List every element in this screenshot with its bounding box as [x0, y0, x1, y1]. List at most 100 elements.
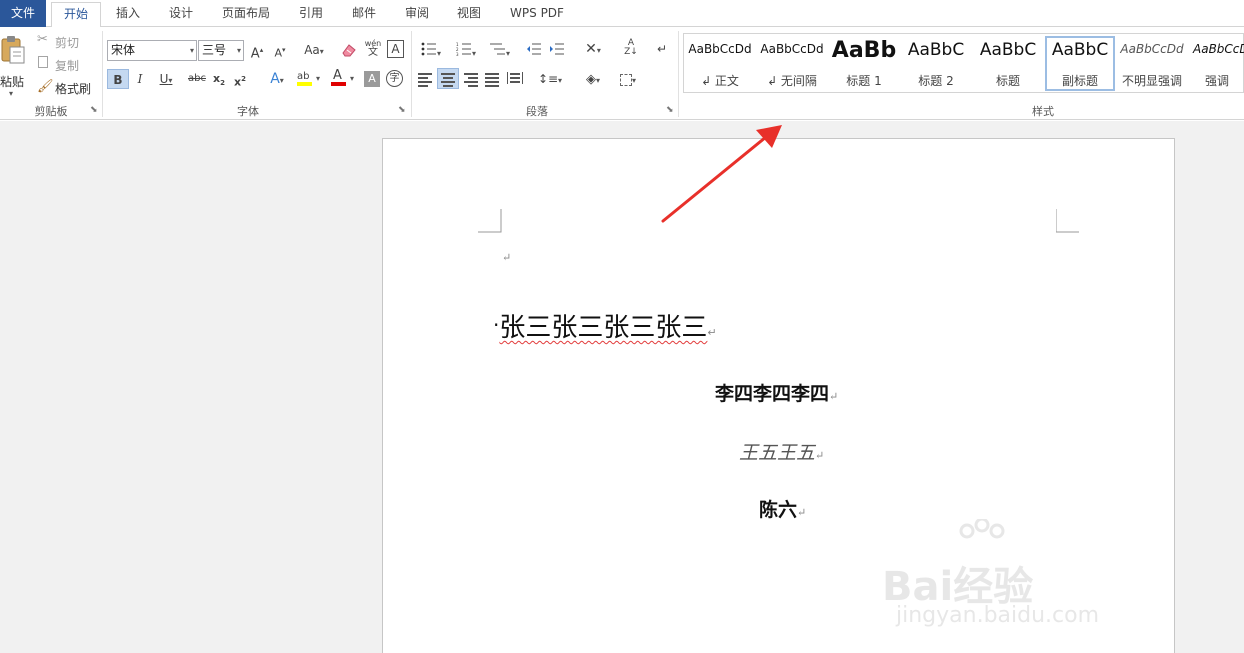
clipboard-group-label: 剪贴板 — [34, 105, 68, 118]
align-center-button[interactable] — [437, 68, 459, 89]
font-name-value: 宋体 — [111, 43, 136, 57]
tab-view[interactable]: 视图 — [448, 0, 490, 27]
show-marks-button[interactable]: ↵ — [654, 39, 670, 59]
justify-icon — [485, 73, 499, 87]
scissors-icon: ✂ — [37, 32, 48, 47]
style-title[interactable]: AaBbC 标题 — [973, 36, 1043, 91]
shrink-font-button[interactable]: A▾ — [272, 40, 288, 60]
phonetic-guide-button[interactable]: wén 文 — [364, 39, 382, 59]
paragraph-group-label: 段落 — [526, 105, 548, 118]
numbering-button[interactable]: 1 2 3 ▾ — [451, 39, 481, 59]
decrease-indent-button[interactable] — [525, 39, 543, 59]
doc-line-4-text: 陈六 — [759, 499, 798, 521]
tab-references[interactable]: 引用 — [290, 0, 332, 27]
style-normal[interactable]: AaBbCcDd ↲ 正文 — [685, 36, 755, 91]
font-dialog-launcher-icon[interactable]: ⬊ — [398, 105, 406, 115]
style-name: 标题 1 — [846, 74, 882, 88]
tab-wps-pdf[interactable]: WPS PDF — [503, 0, 571, 27]
bullet-list-icon — [421, 42, 436, 56]
style-emphasis[interactable]: AaBbCcDd 强调 — [1189, 36, 1244, 91]
text-effects-button[interactable]: A▾ — [262, 69, 292, 89]
chevron-down-icon: ▾ — [595, 76, 600, 85]
align-center-icon — [441, 73, 455, 87]
decrease-indent-icon — [527, 43, 541, 55]
style-heading-1[interactable]: AaBb 标题 1 — [829, 36, 899, 91]
shading-button[interactable]: ◈▾ — [578, 69, 608, 89]
tab-review[interactable]: 审阅 — [396, 0, 438, 27]
grow-font-button[interactable]: A▴ — [249, 40, 265, 61]
tab-design[interactable]: 设计 — [160, 0, 202, 27]
superscript-button[interactable]: x2 — [232, 69, 248, 89]
character-border-button[interactable]: A — [387, 40, 404, 58]
multilevel-list-button[interactable]: ▾ — [485, 39, 515, 59]
chevron-down-icon: ▾ — [236, 46, 241, 55]
highlight-color-bar — [297, 82, 312, 86]
style-subtle-emphasis[interactable]: AaBbCcDd 不明显强调 — [1117, 36, 1187, 91]
doc-line-1[interactable]: ·张三张三张三张三↵ — [493, 307, 717, 344]
style-no-spacing[interactable]: AaBbCcDd ↲ 无间隔 — [757, 36, 827, 91]
borders-button[interactable]: ▾ — [613, 69, 643, 89]
chevron-down-icon: ▾ — [596, 46, 601, 55]
style-name: ↲ 无间隔 — [767, 74, 817, 88]
enclose-characters-button[interactable]: 字 — [386, 70, 403, 87]
style-preview: AaBbCcDd — [688, 42, 752, 56]
ribbon: 粘贴 ▾ ✂ 剪切 复制 🖌 格式刷 剪贴板 ⬊ 宋体 ▾ 三号 ▾ A▴ A▾… — [0, 27, 1244, 120]
paw-logo-icon — [959, 519, 1005, 539]
italic-button[interactable]: I — [133, 69, 147, 89]
group-divider — [678, 31, 679, 117]
font-size-select[interactable]: 三号 ▾ — [198, 40, 244, 61]
paragraph-dialog-launcher-icon[interactable]: ⬊ — [666, 105, 674, 115]
highlight-button[interactable]: ab ▾ — [296, 67, 326, 87]
chevron-down-icon: ▾ — [436, 49, 441, 58]
word-window: 文件 开始 插入 设计 页面布局 引用 邮件 审阅 视图 WPS PDF 粘贴 … — [0, 0, 1244, 653]
increase-indent-button[interactable] — [548, 39, 566, 59]
align-right-button[interactable] — [462, 69, 480, 89]
chinese-layout-button[interactable]: ✕▾ — [578, 39, 608, 59]
justify-button[interactable] — [483, 69, 501, 89]
line-spacing-button[interactable]: ↕≡▾ — [535, 69, 565, 89]
cut-button[interactable]: ✂ 剪切 — [37, 32, 87, 50]
document-page[interactable]: ↵ ·张三张三张三张三↵ 李四李四李四↵ 王五王五↵ 陈六↵ Bai经验 jin… — [382, 138, 1175, 653]
style-preview: AaBbCcDd — [760, 42, 824, 56]
baidu-jingyan-watermark: Bai经验 jingyan.baidu.com — [882, 519, 1102, 639]
font-size-value: 三号 — [202, 43, 227, 57]
font-name-select[interactable]: 宋体 ▾ — [107, 40, 197, 61]
doc-line-2[interactable]: 李四李四李四↵ — [715, 379, 838, 406]
style-heading-2[interactable]: AaBbC 标题 2 — [901, 36, 971, 91]
tab-insert[interactable]: 插入 — [107, 0, 149, 27]
bullets-button[interactable]: ▾ — [416, 39, 446, 59]
copy-button[interactable]: 复制 — [37, 55, 87, 73]
style-preview: AaBbC — [979, 40, 1037, 60]
style-subtitle[interactable]: AaBbC 副标题 — [1045, 36, 1115, 91]
paint-bucket-icon: ◈ — [585, 72, 596, 87]
underline-button[interactable]: U▾ — [153, 69, 179, 89]
bold-button[interactable]: B — [107, 69, 129, 89]
style-preview: AaBbC — [907, 40, 965, 60]
document-area: ↵ ·张三张三张三张三↵ 李四李四李四↵ 王五王五↵ 陈六↵ Bai经验 jin… — [0, 121, 1244, 653]
doc-line-3[interactable]: 王五王五↵ — [739, 438, 824, 465]
align-left-button[interactable] — [416, 69, 434, 89]
doc-line-4[interactable]: 陈六↵ — [759, 495, 806, 522]
tab-home[interactable]: 开始 — [51, 2, 101, 28]
paste-button[interactable]: 粘贴 ▾ — [0, 33, 30, 98]
paragraph-mark: ↵ — [829, 390, 839, 403]
clipboard-dialog-launcher-icon[interactable]: ⬊ — [90, 105, 98, 115]
style-name: ↲ 正文 — [701, 74, 739, 88]
paragraph-mark: ↵ — [815, 449, 825, 462]
copy-icon — [38, 56, 48, 68]
clear-formatting-button[interactable] — [340, 40, 358, 60]
strikethrough-button[interactable]: abc — [186, 69, 208, 89]
tab-mailings[interactable]: 邮件 — [343, 0, 385, 27]
distributed-button[interactable] — [505, 69, 523, 89]
character-shading-button[interactable]: A — [364, 71, 380, 87]
crop-mark-top-left — [478, 209, 502, 233]
subscript-button[interactable]: x2 — [211, 69, 227, 89]
format-painter-button[interactable]: 🖌 格式刷 — [37, 78, 97, 96]
borders-icon — [619, 73, 632, 86]
paragraph-mark: ↵ — [707, 326, 717, 339]
sort-button[interactable]: A Z↓ — [622, 39, 640, 59]
change-case-button[interactable]: Aa▾ — [299, 40, 329, 60]
tab-file[interactable]: 文件 — [0, 0, 46, 27]
font-color-button[interactable]: A ▾ — [330, 67, 360, 87]
tab-page-layout[interactable]: 页面布局 — [214, 0, 278, 27]
